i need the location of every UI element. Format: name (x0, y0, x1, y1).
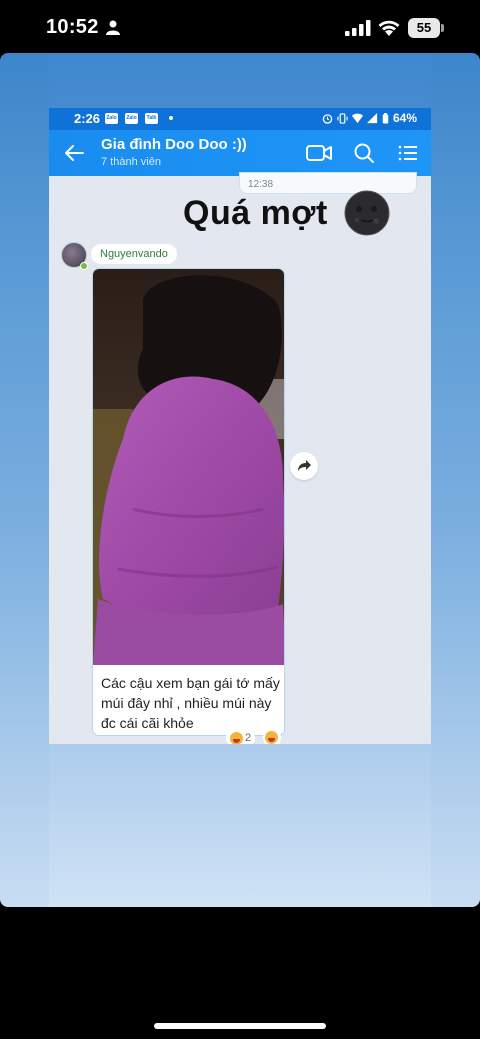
laugh-reaction-icon (265, 731, 278, 744)
notification-dot (169, 116, 173, 120)
previous-message-bubble: 12:38 (239, 172, 417, 194)
laugh-reaction-icon (230, 731, 243, 744)
wifi-icon (378, 20, 400, 36)
message-timestamp: 12:38 (248, 179, 274, 190)
android-battery-level: 64% (392, 111, 417, 125)
online-status-dot (80, 262, 88, 270)
ios-status-bar: 10:52 55 (0, 0, 480, 54)
zalo-notification-icon: Zalo (105, 113, 118, 124)
moon-face-emoji (344, 190, 390, 236)
member-count: 7 thành viên (101, 156, 161, 168)
person-icon (106, 20, 120, 35)
home-indicator[interactable] (154, 1023, 326, 1029)
back-arrow-icon[interactable] (63, 142, 85, 164)
wifi-icon (351, 113, 363, 123)
signal-icon (345, 20, 371, 36)
android-clock: 2:26 (74, 111, 101, 126)
message-photo[interactable] (93, 269, 285, 665)
image-message[interactable]: Các cậu xem bạn gái tớ mấy múi đây nhỉ ,… (92, 268, 285, 736)
android-status-bar: 2:26 Zalo Zalo Talk 64% (49, 108, 431, 130)
signal-icon (366, 112, 378, 123)
alarm-icon (322, 113, 333, 124)
chat-header: Gia đình Doo Doo :)) 7 thành viên (49, 130, 431, 176)
talk-notification-icon: Talk (145, 113, 158, 124)
android-status-icons: 64% (322, 111, 417, 125)
message-text: Các cậu xem bạn gái tớ mấy múi đây nhỉ ,… (101, 675, 280, 731)
overlay-caption: Quá mợt (183, 194, 328, 232)
add-reaction-button[interactable] (263, 729, 281, 744)
battery-icon (382, 112, 389, 124)
menu-list-icon[interactable] (397, 142, 419, 164)
group-title[interactable]: Gia đình Doo Doo :)) (101, 136, 247, 153)
embedded-chat-screenshot: 2:26 Zalo Zalo Talk 64% Gia đình Doo Doo… (49, 108, 431, 744)
ios-clock: 10:52 (46, 16, 99, 38)
zalo-notification-icon: Zalo (125, 113, 138, 124)
search-icon[interactable] (353, 142, 375, 164)
video-call-icon[interactable] (306, 142, 332, 164)
chat-area: 12:38 Quá mợt Nguyenvando Các cậu xem bạ… (49, 172, 431, 744)
battery-icon: 55 (408, 18, 444, 38)
share-forward-icon[interactable] (290, 452, 318, 480)
reaction-count: 2 (245, 732, 252, 744)
sender-name[interactable]: Nguyenvando (91, 244, 177, 264)
vibrate-icon (337, 112, 348, 124)
battery-level: 55 (408, 18, 440, 38)
reaction-summary[interactable]: 2 (226, 729, 256, 744)
